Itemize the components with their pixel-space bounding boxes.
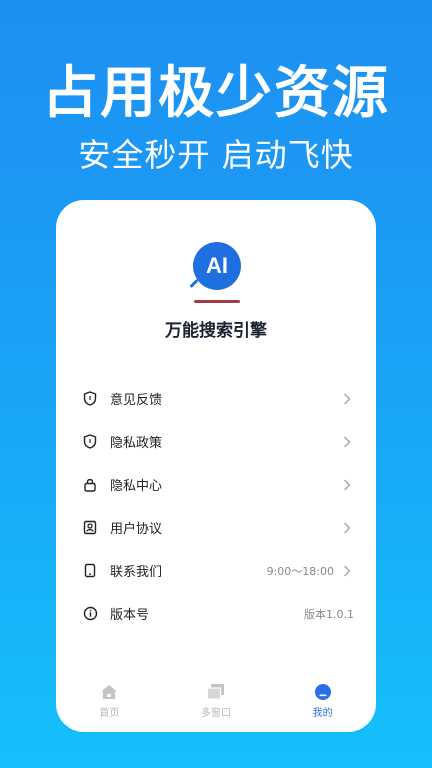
menu-item-privacy-policy[interactable]: 隐私政策: [56, 420, 376, 463]
menu-item-label: 意见反馈: [110, 393, 163, 408]
chevron-right-icon: [340, 392, 354, 406]
shield-icon: [82, 391, 98, 407]
logo-underline: [194, 300, 240, 303]
phone-icon: [82, 563, 98, 579]
chevron-right-icon: [340, 435, 354, 449]
home-icon: [99, 682, 119, 702]
settings-menu: 意见反馈 隐私政策 隐私中心 用户协议 联系我们 9:00～18:00 版本号 …: [56, 377, 376, 635]
promo-headline: 占用极少资源: [42, 61, 390, 126]
menu-item-label: 隐私政策: [110, 436, 163, 451]
chevron-right-icon: [340, 478, 354, 492]
menu-item-label: 版本号: [110, 608, 150, 623]
profile-icon: [313, 682, 333, 702]
version-value: 版本1.0.1: [304, 607, 354, 621]
tab-home[interactable]: 首页: [69, 682, 149, 719]
windows-icon: [206, 682, 226, 702]
tab-label: 多窗口: [200, 708, 231, 719]
app-logo: AI: [56, 240, 376, 310]
menu-item-label: 隐私中心: [110, 479, 163, 494]
app-name: 万能搜索引擎: [165, 321, 267, 341]
tab-label: 首页: [99, 708, 120, 719]
magnifier-handle: [189, 278, 199, 289]
shield-icon: [82, 434, 98, 450]
lock-icon: [82, 477, 98, 493]
menu-item-version: 版本号 版本1.0.1: [56, 592, 376, 635]
menu-item-feedback[interactable]: 意见反馈: [56, 377, 376, 420]
menu-item-label: 用户协议: [110, 522, 163, 537]
contact-hours: 9:00～18:00: [266, 564, 334, 578]
promo-subline: 安全秒开 启动飞快: [78, 136, 354, 174]
menu-item-user-agreement[interactable]: 用户协议: [56, 506, 376, 549]
menu-item-label: 联系我们: [110, 565, 163, 580]
info-icon: [82, 606, 98, 622]
tab-multi-window[interactable]: 多窗口: [176, 682, 256, 719]
menu-item-contact-us[interactable]: 联系我们 9:00～18:00: [56, 549, 376, 592]
tab-label: 我的: [312, 708, 333, 719]
menu-item-privacy-center[interactable]: 隐私中心: [56, 463, 376, 506]
ai-logo-icon: AI: [193, 242, 241, 290]
chevron-right-icon: [340, 564, 354, 578]
tab-mine[interactable]: 我的: [283, 682, 363, 719]
phone-screen: AI 万能搜索引擎 意见反馈 隐私政策 隐私中心 用户协议 联系我们 9:00～…: [56, 200, 376, 732]
chevron-right-icon: [340, 521, 354, 535]
bottom-tabbar: 首页 多窗口 我的: [56, 672, 376, 732]
user-doc-icon: [82, 520, 98, 536]
